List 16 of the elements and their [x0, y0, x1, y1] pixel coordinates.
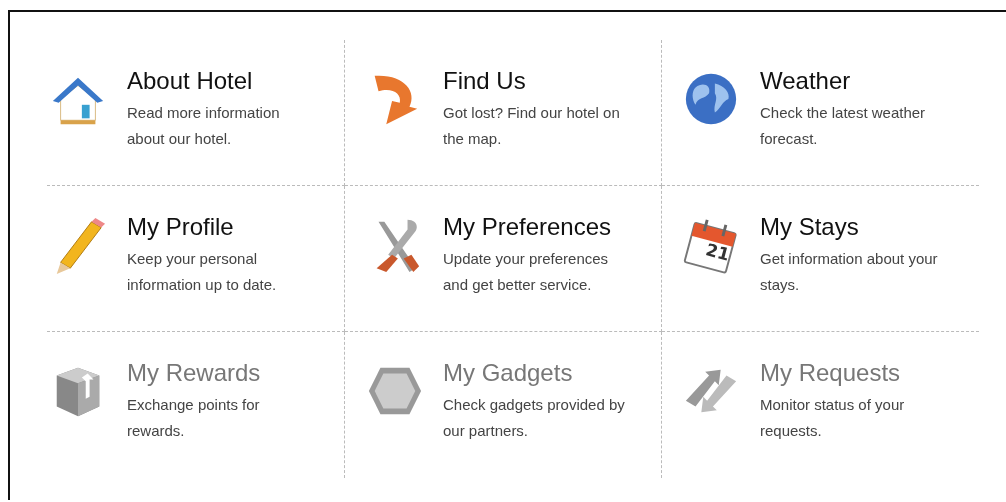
tile-description: Get information about your stays. — [760, 249, 939, 295]
tile-description: Check the latest weather forecast. — [760, 103, 927, 149]
tile-description: Keep your personal information up to date. — [127, 249, 278, 295]
tile-title[interactable]: My Profile — [127, 212, 317, 242]
tile-title[interactable]: My Preferences — [443, 212, 633, 242]
tile-title[interactable]: About Hotel — [127, 66, 317, 96]
tile-title[interactable]: Weather — [760, 66, 950, 96]
tile-description: Check gadgets provided by our partners. — [443, 395, 626, 441]
tile-title[interactable]: Find Us — [443, 66, 633, 96]
tile-description: Monitor status of your requests. — [760, 395, 906, 441]
tile-title[interactable]: My Stays — [760, 212, 950, 242]
tile-description: Exchange points for rewards. — [127, 395, 261, 441]
tile-description: Update your preferences and get better service. — [443, 249, 610, 295]
calendar-day: 21 — [703, 239, 732, 265]
tile-description: Got lost? Find our hotel on the map. — [443, 103, 621, 149]
tile-description: Read more information about our hotel. — [127, 103, 281, 149]
